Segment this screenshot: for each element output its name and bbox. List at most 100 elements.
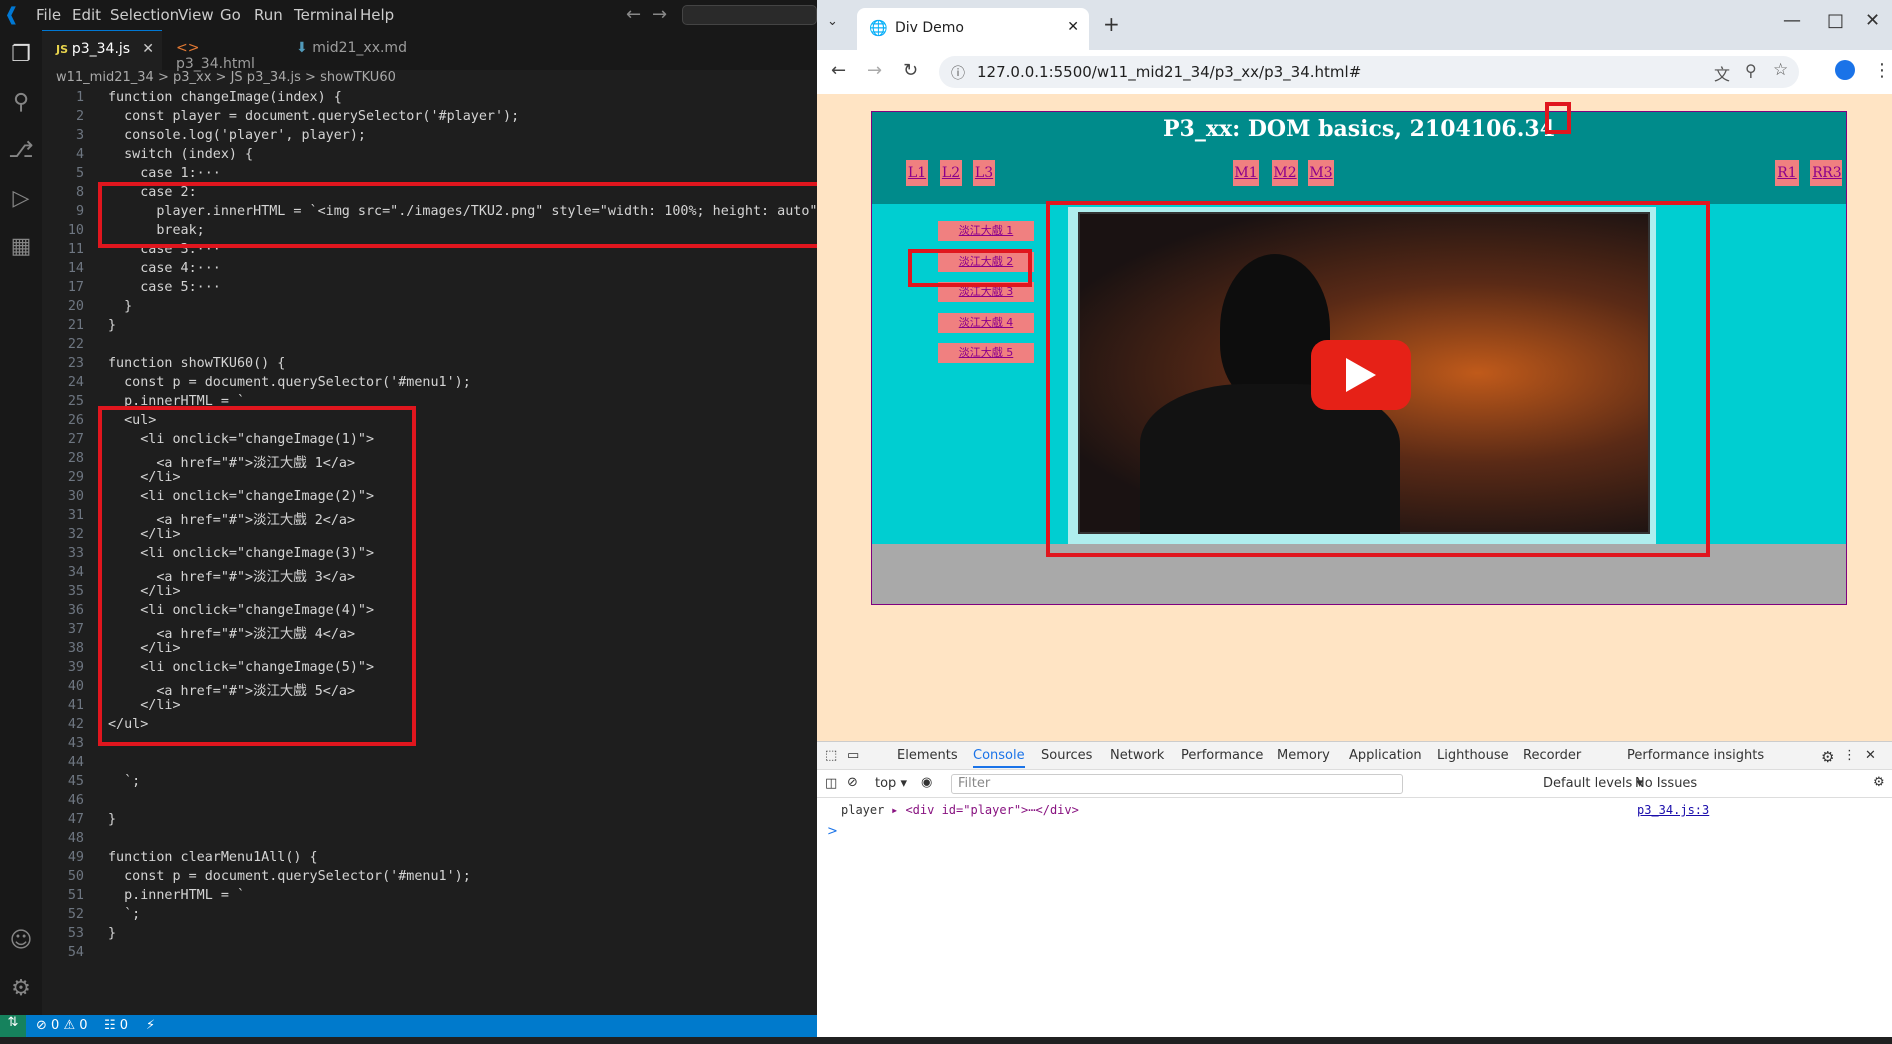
button-l3[interactable]: L3 <box>973 160 995 186</box>
menu-selection[interactable]: Selection <box>110 6 179 24</box>
window-close-icon[interactable]: ✕ <box>1865 10 1880 31</box>
line-number: 25 <box>67 394 84 409</box>
zoom-icon[interactable]: ⚲ <box>1745 61 1757 80</box>
tab-strip: ⌄ 🌐 Div Demo ✕ + — □ ✕ <box>817 0 1892 50</box>
code-line: const p = document.querySelector('#menu1… <box>108 375 471 390</box>
tab-p3-34-html[interactable]: <> p3_34.html <box>162 30 282 72</box>
tab-memory[interactable]: Memory <box>1277 748 1330 763</box>
tab-mid21-xx-md[interactable]: ⬇ mid21_xx.md <box>282 30 422 70</box>
button-l2[interactable]: L2 <box>940 160 962 186</box>
tab-search-icon[interactable]: ⌄ <box>827 14 838 29</box>
button-m1[interactable]: M1 <box>1233 160 1259 186</box>
button-m2[interactable]: M2 <box>1272 160 1298 186</box>
tab-performance-insights[interactable]: Performance insights <box>1627 748 1764 763</box>
menu-link-4[interactable]: 淡江大戲 4 <box>938 313 1034 333</box>
levels-dropdown[interactable]: Default levels ▾ <box>1543 776 1643 791</box>
eye-icon[interactable]: ◉ <box>921 775 932 790</box>
button-m3[interactable]: M3 <box>1308 160 1334 186</box>
button-r1[interactable]: R1 <box>1775 160 1799 186</box>
tab-application[interactable]: Application <box>1349 748 1422 763</box>
sidebar-toggle-icon[interactable]: ◫ <box>825 776 837 791</box>
forward-icon[interactable]: → <box>867 60 882 81</box>
breadcrumb-separator: > <box>305 70 316 85</box>
breadcrumb-symbol[interactable]: showTKU60 <box>320 70 396 85</box>
tab-lighthouse[interactable]: Lighthouse <box>1437 748 1509 763</box>
menu-edit[interactable]: Edit <box>72 6 101 24</box>
log-label: player <box>841 803 885 817</box>
back-arrow-icon[interactable]: ← <box>626 4 641 25</box>
menu-terminal[interactable]: Terminal <box>294 6 357 24</box>
extensions-icon[interactable]: ▦ <box>6 232 36 262</box>
line-number: 27 <box>67 432 84 447</box>
profile-avatar[interactable] <box>1835 60 1855 80</box>
clear-console-icon[interactable]: ⊘ <box>847 775 858 790</box>
annotation-box <box>908 249 1032 287</box>
errors-indicator[interactable]: ⊘ 0 ⚠ 0 <box>36 1018 88 1033</box>
menu-go[interactable]: Go <box>220 6 241 24</box>
browser-toolbar: ← → ↻ ⓘ 127.0.0.1:5500/w11_mid21_34/p3_x… <box>817 50 1892 94</box>
menu-run[interactable]: Run <box>254 6 283 24</box>
tab-label: mid21_xx.md <box>312 40 407 56</box>
back-icon[interactable]: ← <box>831 60 846 81</box>
tab-performance[interactable]: Performance <box>1181 748 1263 763</box>
menu-help[interactable]: Help <box>360 6 394 24</box>
button-r3[interactable]: R3 <box>1822 160 1842 186</box>
settings-gear-icon[interactable]: ⚙ <box>6 974 36 1004</box>
filter-input[interactable]: Filter <box>951 774 1403 794</box>
forward-arrow-icon[interactable]: → <box>652 4 667 25</box>
breadcrumb-folder[interactable]: w11_mid21_34 <box>56 70 154 85</box>
line-number: 22 <box>67 337 84 352</box>
tab-console[interactable]: Console <box>973 748 1025 768</box>
account-icon[interactable]: ☺ <box>6 926 36 956</box>
tab-sources[interactable]: Sources <box>1041 748 1092 763</box>
line-number: 24 <box>67 375 84 390</box>
explorer-icon[interactable]: ❐ <box>6 40 36 70</box>
tab-elements[interactable]: Elements <box>897 748 958 763</box>
context-select[interactable]: top ▾ <box>875 776 907 791</box>
menu-file[interactable]: File <box>36 6 61 24</box>
lightning-icon[interactable]: ⚡ <box>146 1018 155 1033</box>
menu-view[interactable]: View <box>178 6 214 24</box>
close-tab-icon[interactable]: ✕ <box>1067 19 1079 35</box>
devtools-more-icon[interactable]: ⋮ <box>1843 748 1856 763</box>
tab-network[interactable]: Network <box>1110 748 1164 763</box>
translate-icon[interactable]: 文 <box>1714 61 1730 85</box>
new-tab-icon[interactable]: + <box>1103 12 1120 36</box>
button-l1[interactable]: L1 <box>906 160 928 186</box>
search-icon[interactable]: ⚲ <box>6 88 36 118</box>
devtools-close-icon[interactable]: ✕ <box>1865 748 1876 763</box>
remote-icon[interactable]: ⇅ <box>0 1015 26 1037</box>
close-icon[interactable]: ✕ <box>142 41 154 57</box>
code-line: } <box>108 299 133 314</box>
reload-icon[interactable]: ↻ <box>903 60 918 81</box>
line-number: 23 <box>67 356 84 371</box>
issues-label[interactable]: No Issues <box>1635 776 1697 791</box>
maximize-icon[interactable]: □ <box>1827 10 1844 31</box>
bookmark-star-icon[interactable]: ☆ <box>1773 60 1788 80</box>
source-control-icon[interactable]: ⎇ <box>6 136 36 166</box>
menu-link-5[interactable]: 淡江大戲 5 <box>938 343 1034 363</box>
run-debug-icon[interactable]: ▷ <box>6 184 36 214</box>
ports-indicator[interactable]: ☷ 0 <box>104 1018 128 1033</box>
devtools-settings-icon[interactable]: ⚙ <box>1821 748 1834 766</box>
inspect-icon[interactable]: ⬚ <box>825 748 837 763</box>
site-info-icon[interactable]: ⓘ <box>951 63 965 83</box>
tab-p3-34-js[interactable]: JS p3_34.js ✕ <box>42 30 162 70</box>
browser-tab[interactable]: 🌐 Div Demo ✕ <box>857 8 1089 50</box>
console-settings-icon[interactable]: ⚙ <box>1873 775 1885 790</box>
tab-recorder[interactable]: Recorder <box>1523 748 1581 763</box>
code-line: } <box>108 926 117 941</box>
breadcrumb-file[interactable]: JS p3_34.js <box>231 70 301 85</box>
command-center-search[interactable] <box>682 5 817 25</box>
address-bar[interactable]: ⓘ 127.0.0.1:5500/w11_mid21_34/p3_xx/p3_3… <box>939 56 1799 88</box>
device-toggle-icon[interactable]: ▭ <box>847 748 859 763</box>
menu-link-1[interactable]: 淡江大戲 1 <box>938 221 1034 241</box>
log-value[interactable]: ▸ <div id="player">⋯</div> <box>891 803 1079 817</box>
minimize-icon[interactable]: — <box>1783 10 1801 31</box>
more-menu-icon[interactable]: ⋮ <box>1873 60 1891 81</box>
line-number: 53 <box>67 926 84 941</box>
line-number: 30 <box>67 489 84 504</box>
breadcrumb-subfolder[interactable]: p3_xx <box>173 70 211 85</box>
console-prompt[interactable]: > <box>827 824 838 839</box>
log-source-link[interactable]: p3_34.js:3 <box>1637 803 1709 817</box>
